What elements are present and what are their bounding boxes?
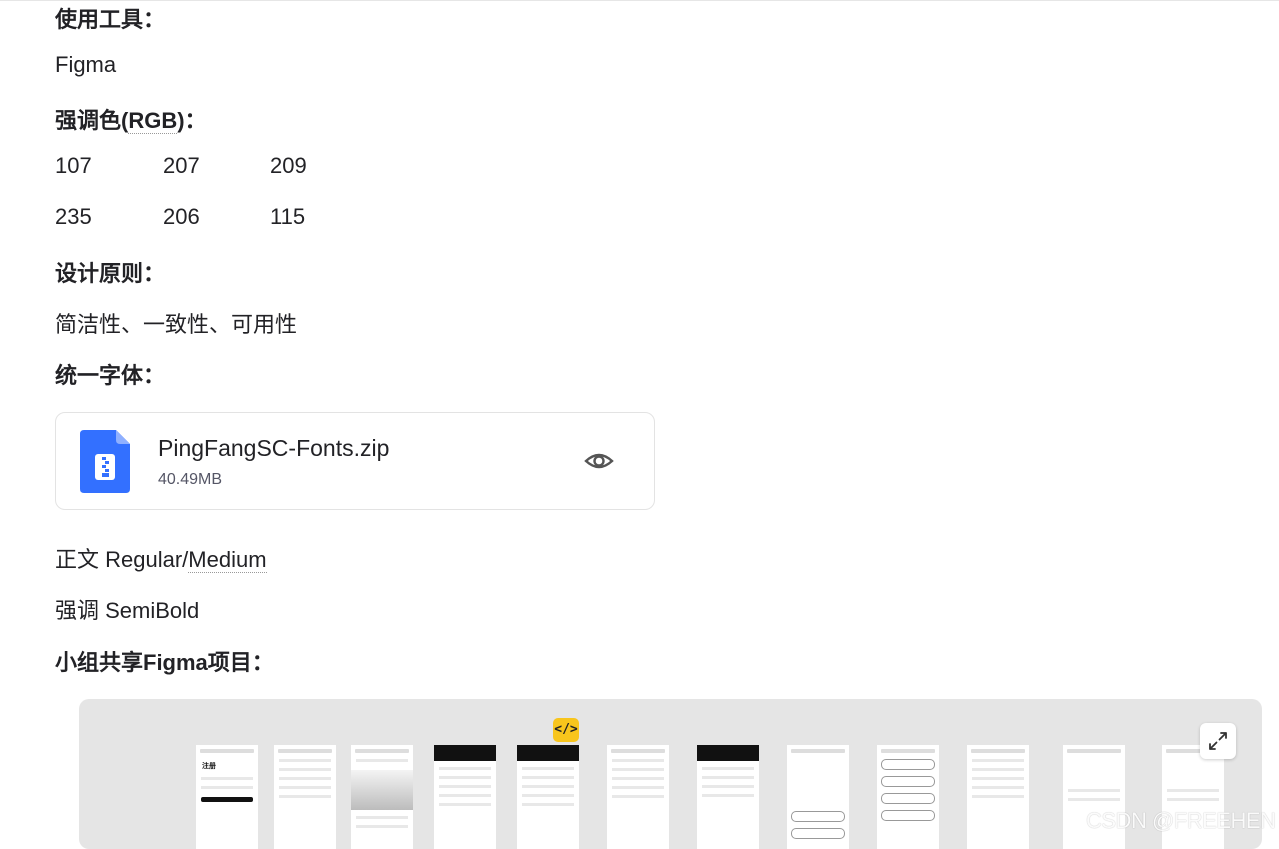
file-name[interactable]: PingFangSC-Fonts.zip xyxy=(158,435,389,462)
screen-thumbnail xyxy=(967,745,1029,849)
accent-value: 107 xyxy=(55,153,92,178)
screen-title: 注册 xyxy=(202,763,216,770)
screen-register: 注册 xyxy=(196,745,258,849)
figma-heading: 小组共享Figma项目： xyxy=(55,650,274,675)
expand-icon xyxy=(1209,732,1227,750)
body-font-line: 正文 Regular/Medium xyxy=(55,542,267,574)
attachment-card[interactable]: PingFangSC-Fonts.zip 40.49MB xyxy=(55,412,655,510)
screen-thumbnail xyxy=(274,745,336,849)
watermark: CSDN @FREEHEN xyxy=(1086,808,1276,833)
figma-embed[interactable]: </> 注册 xyxy=(79,699,1262,849)
principles-heading: 设计原则： xyxy=(55,261,166,286)
eye-icon[interactable] xyxy=(584,446,614,476)
principles-value: 简洁性、一致性、可用性 xyxy=(55,312,298,337)
accent-value: 115 xyxy=(270,204,306,229)
top-divider xyxy=(0,0,1279,1)
screen-thumbnail xyxy=(877,745,939,849)
accent-value: 235 xyxy=(55,204,92,229)
accent-heading-prefix: 强调色( xyxy=(55,108,129,133)
accent-heading: 强调色(RGB)： xyxy=(55,103,207,135)
accent-value: 206 xyxy=(163,204,200,229)
code-badge[interactable]: </> xyxy=(553,718,579,742)
accent-value: 207 xyxy=(163,153,200,178)
accent-value: 209 xyxy=(270,153,307,178)
screen-thumbnail xyxy=(434,745,496,849)
font-heading: 统一字体： xyxy=(55,363,166,388)
screen-thumbnail xyxy=(607,745,669,849)
screen-thumbnail xyxy=(787,745,849,849)
body-font-prefix: 正文 Regular/ xyxy=(55,547,189,572)
expand-button[interactable] xyxy=(1200,723,1236,759)
screen-thumbnail xyxy=(697,745,759,849)
medium-term[interactable]: Medium xyxy=(188,547,267,573)
file-size: 40.49MB xyxy=(158,471,223,488)
screen-thumbnail xyxy=(517,745,579,849)
zip-file-icon xyxy=(80,430,130,493)
tools-value: Figma xyxy=(55,52,117,77)
tools-heading: 使用工具： xyxy=(55,7,166,32)
emphasis-font-line: 强调 SemiBold xyxy=(55,598,200,623)
accent-heading-suffix: )： xyxy=(177,108,207,133)
screen-thumbnail xyxy=(351,745,413,849)
rgb-abbr[interactable]: RGB xyxy=(128,108,178,134)
